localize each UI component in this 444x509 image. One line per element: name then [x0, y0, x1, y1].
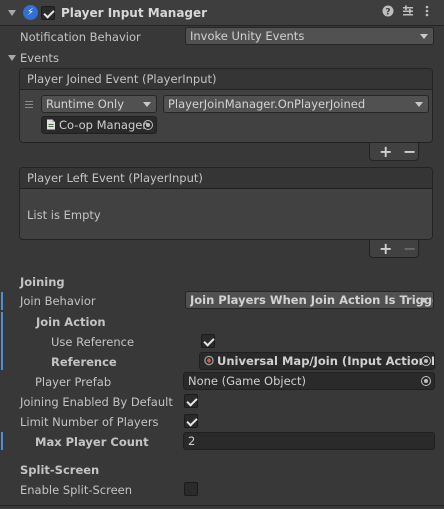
- split-screen-section-label: Split-Screen: [20, 463, 100, 477]
- chevron-down-icon: [420, 34, 428, 39]
- enable-split-screen-checkbox[interactable]: [184, 482, 198, 496]
- player-left-event-header: Player Left Event (PlayerInput): [20, 168, 432, 189]
- component-foldout-icon[interactable]: [8, 10, 16, 16]
- object-picker-icon[interactable]: [421, 356, 431, 366]
- add-event-button[interactable]: +: [379, 143, 392, 161]
- runtime-mode-dropdown[interactable]: Runtime Only: [41, 95, 157, 113]
- max-player-count-value: 2: [188, 434, 196, 448]
- join-behavior-dropdown[interactable]: Join Players When Join Action Is Trigger…: [185, 291, 434, 309]
- reference-value: Universal Map/Join (Input Action Referen…: [217, 354, 434, 368]
- event-function-value: PlayerJoinManager.OnPlayerJoined: [168, 97, 366, 111]
- component-title: Player Input Manager: [61, 6, 208, 20]
- list-empty-text: List is Empty: [27, 208, 101, 222]
- join-behavior-value: Join Players When Join Action Is Trigger…: [190, 293, 433, 307]
- notification-behavior-value: Invoke Unity Events: [190, 29, 305, 43]
- events-foldout-icon[interactable]: [8, 55, 16, 61]
- use-reference-checkbox[interactable]: [201, 334, 215, 348]
- object-picker-icon[interactable]: [143, 120, 153, 130]
- player-left-event-footer: + −: [369, 240, 419, 258]
- remove-event-button[interactable]: −: [403, 143, 416, 161]
- joining-enabled-label: Joining Enabled By Default: [20, 395, 173, 409]
- add-event-button[interactable]: +: [379, 240, 392, 258]
- more-options-icon[interactable]: [420, 5, 434, 19]
- player-prefab-value: None (Game Object): [188, 374, 306, 388]
- limit-players-checkbox[interactable]: [184, 414, 198, 428]
- player-joined-event-header: Player Joined Event (PlayerInput): [20, 69, 432, 90]
- component-header[interactable]: ⚡ Player Input Manager ?: [0, 0, 444, 26]
- player-prefab-field[interactable]: None (Game Object): [183, 372, 435, 390]
- join-behavior-label: Join Behavior: [20, 294, 96, 308]
- chevron-down-icon: [415, 102, 423, 107]
- player-joined-event-box: Player Joined Event (PlayerInput) Runtim…: [19, 68, 433, 143]
- player-joined-event-footer: + −: [369, 143, 419, 161]
- player-left-event-box: Player Left Event (PlayerInput) List is …: [19, 167, 433, 240]
- event-target-value: Co-op Manager: [59, 118, 148, 132]
- remove-event-button: −: [403, 239, 417, 258]
- player-input-manager-icon: ⚡: [23, 5, 38, 20]
- notification-behavior-label: Notification Behavior: [20, 30, 141, 44]
- limit-players-label: Limit Number of Players: [20, 415, 159, 429]
- event-target-field[interactable]: Co-op Manager: [41, 116, 157, 134]
- override-indicator: [1, 292, 3, 310]
- join-action-label: Join Action: [36, 315, 106, 329]
- chevron-down-icon: [420, 298, 428, 303]
- runtime-mode-value: Runtime Only: [46, 97, 125, 111]
- max-player-count-field[interactable]: 2: [183, 432, 435, 450]
- events-label[interactable]: Events: [20, 51, 59, 65]
- override-indicator: [1, 432, 3, 450]
- reference-field[interactable]: Universal Map/Join (Input Action Referen…: [199, 352, 435, 370]
- player-joined-event-title: Player Joined Event (PlayerInput): [27, 72, 217, 86]
- component-enabled-checkbox[interactable]: [41, 6, 55, 20]
- override-indicator: [1, 312, 3, 370]
- script-file-icon: [47, 119, 55, 130]
- presets-icon[interactable]: [401, 5, 415, 19]
- input-action-icon: [204, 355, 214, 366]
- object-picker-icon[interactable]: [421, 376, 431, 386]
- player-prefab-label: Player Prefab: [35, 375, 112, 389]
- use-reference-label: Use Reference: [51, 335, 135, 349]
- joining-enabled-checkbox[interactable]: [184, 394, 198, 408]
- enable-split-screen-label: Enable Split-Screen: [20, 483, 133, 497]
- event-function-dropdown[interactable]: PlayerJoinManager.OnPlayerJoined: [163, 95, 429, 113]
- drag-handle-icon[interactable]: [25, 101, 33, 108]
- max-player-count-label: Max Player Count: [35, 435, 149, 449]
- joining-section-label: Joining: [20, 275, 65, 289]
- help-icon[interactable]: ?: [381, 5, 395, 19]
- reference-label: Reference: [51, 355, 117, 369]
- chevron-down-icon: [143, 102, 151, 107]
- notification-behavior-dropdown[interactable]: Invoke Unity Events: [185, 27, 434, 45]
- player-left-event-title: Player Left Event (PlayerInput): [27, 171, 203, 185]
- divider: [0, 505, 444, 506]
- svg-text:?: ?: [385, 8, 390, 18]
